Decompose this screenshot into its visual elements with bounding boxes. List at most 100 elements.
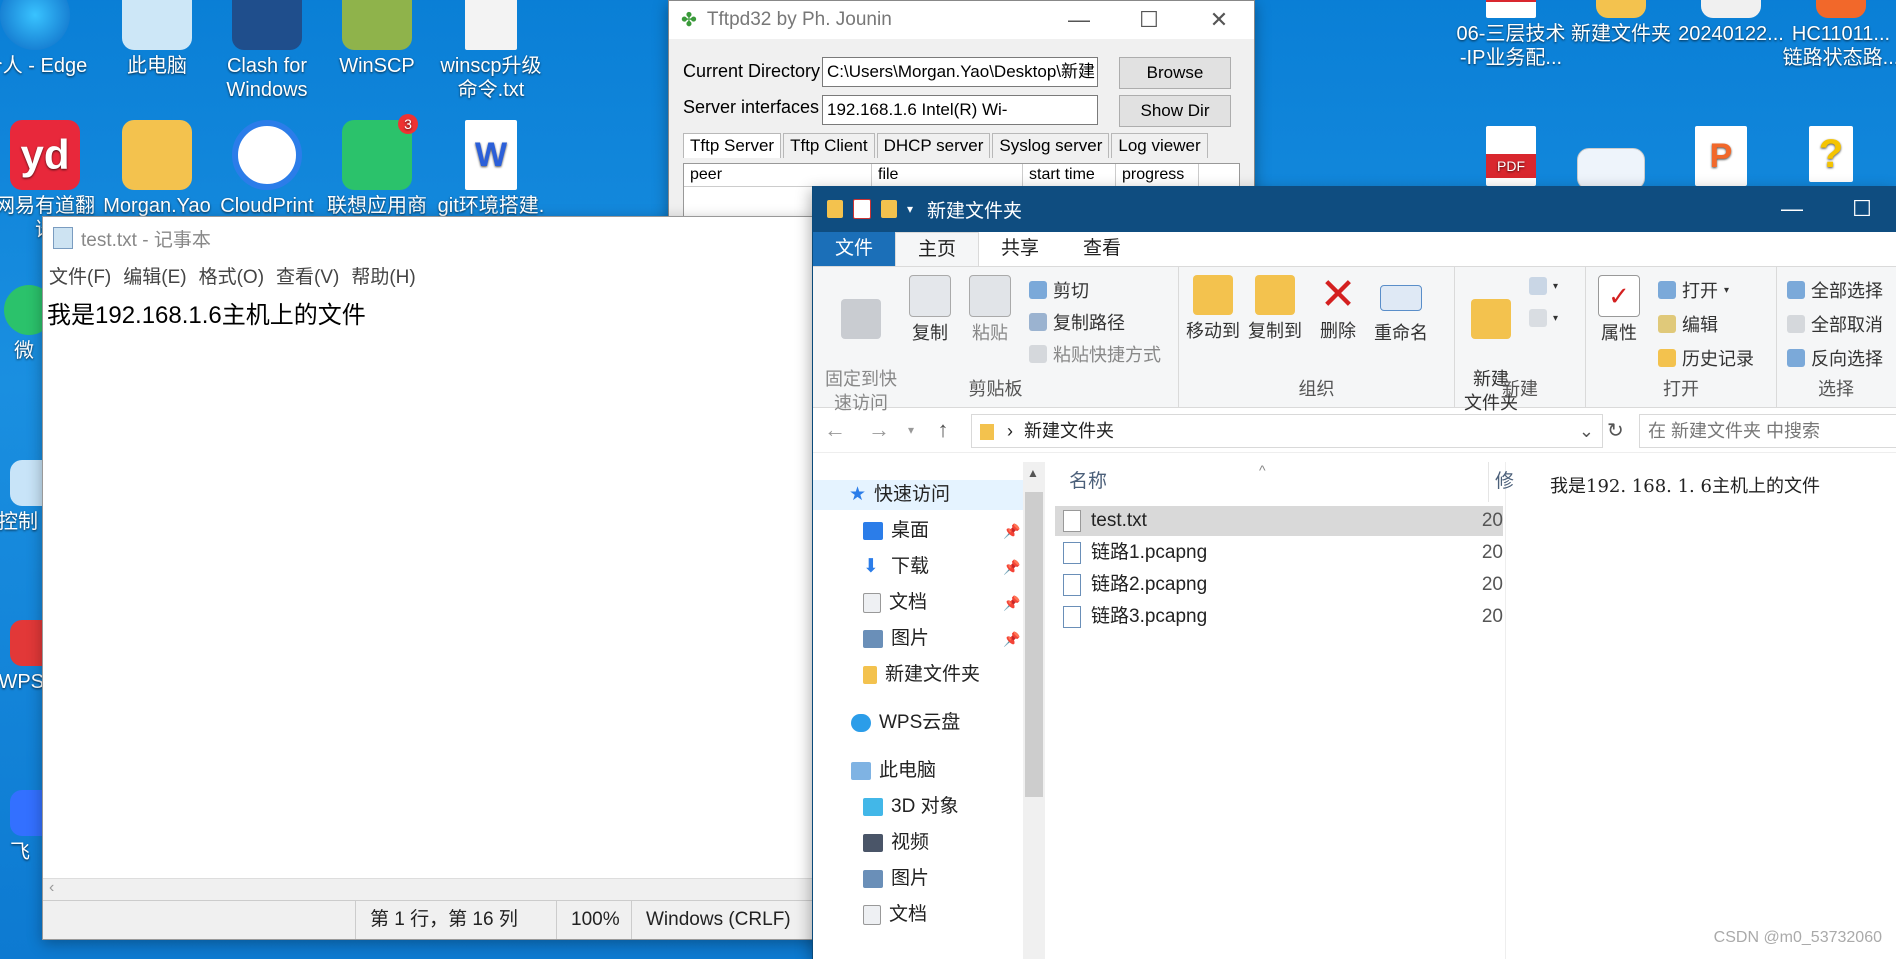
copy-path-button[interactable]: 复制路径	[1029, 309, 1125, 335]
select-none-button[interactable]: 全部取消	[1787, 311, 1883, 337]
delete-button[interactable]: ✕ 删除	[1315, 273, 1361, 343]
maximize-button[interactable]: ☐	[1114, 7, 1184, 33]
nav-quick-access[interactable]: ★ 快速访问	[813, 480, 1023, 510]
new-folder-quick-icon[interactable]	[881, 200, 897, 218]
file-row[interactable]: 链路1.pcapng 20	[1055, 538, 1503, 568]
tab-share[interactable]: 共享	[979, 232, 1061, 266]
desktop-icon-pdf-2[interactable]: PDF	[1466, 126, 1556, 190]
menu-format[interactable]: 格式(O)	[193, 262, 270, 289]
column-peer[interactable]: peer	[684, 164, 872, 186]
notepad-text-area[interactable]: 我是192.168.1.6主机上的文件	[43, 291, 823, 877]
nav-this-pc[interactable]: 此电脑	[851, 756, 936, 786]
server-interfaces-select[interactable]: 192.168.1.6 Intel(R) Wi-	[822, 95, 1098, 125]
desktop-icon-cloudprint[interactable]: CloudPrint	[212, 120, 322, 218]
nav-pc-documents[interactable]: 文档	[863, 900, 927, 930]
desktop-icon-winscp-txt[interactable]: winscp升级 命令.txt	[436, 0, 546, 102]
open-button[interactable]: 打开 ▾	[1658, 277, 1729, 303]
nav-new-folder[interactable]: 新建文件夹	[863, 660, 980, 690]
copy-button[interactable]: 复制	[905, 275, 955, 345]
menu-help[interactable]: 帮助(H)	[345, 262, 421, 289]
desktop-icon-ppt[interactable]: P	[1676, 126, 1766, 190]
desktop-icon-help[interactable]: ?	[1786, 126, 1876, 186]
desktop-icon-winscp[interactable]: WinSCP	[322, 0, 432, 78]
navigation-scrollbar[interactable]: ▲	[1023, 462, 1045, 959]
new-item-button[interactable]: ▾	[1529, 277, 1558, 295]
desktop-icon-edge[interactable]: 个人 - Edge	[0, 0, 90, 78]
address-bar[interactable]: › 新建文件夹 ⌄	[971, 414, 1603, 448]
desktop-icon-clash[interactable]: Clash for Windows	[212, 0, 322, 102]
nav-documents[interactable]: 文档 📌	[863, 588, 1020, 618]
customize-toolbar-icon[interactable]: ▾	[907, 202, 913, 216]
tab-log-viewer[interactable]: Log viewer	[1111, 133, 1208, 158]
column-start-time[interactable]: start time	[1023, 164, 1116, 186]
menu-view[interactable]: 查看(V)	[270, 262, 345, 289]
menu-file[interactable]: 文件(F)	[43, 262, 117, 289]
nav-videos[interactable]: 视频	[863, 828, 929, 858]
pin-icon[interactable]: 📌	[1003, 552, 1020, 582]
nav-3d-objects[interactable]: 3D 对象	[863, 792, 959, 822]
minimize-button[interactable]: —	[1757, 196, 1827, 222]
desktop-icon-hc11011[interactable]: HC11011... 链路状态路...	[1776, 0, 1896, 70]
pin-icon[interactable]: 📌	[1003, 588, 1020, 618]
scroll-left-icon[interactable]: ‹	[49, 879, 54, 896]
scrollbar-thumb[interactable]	[1025, 492, 1043, 797]
tftpd32-titlebar[interactable]: ✤ Tftpd32 by Ph. Jounin — ☐ ✕	[669, 1, 1254, 39]
easy-access-button[interactable]: ▾	[1529, 309, 1558, 327]
minimize-button[interactable]: —	[1044, 7, 1114, 33]
tab-home[interactable]: 主页	[895, 232, 980, 266]
browse-button[interactable]: Browse	[1119, 57, 1231, 89]
nav-downloads[interactable]: ⬇ 下载 📌	[863, 552, 1020, 582]
recent-locations-button[interactable]: ▾	[901, 423, 921, 437]
close-button[interactable]: ✕	[1184, 7, 1254, 33]
file-row[interactable]: 链路3.pcapng 20	[1055, 602, 1503, 632]
copy-to-button[interactable]: 复制到	[1247, 275, 1303, 343]
properties-button[interactable]: ✓ 属性	[1594, 275, 1644, 345]
cut-button[interactable]: 剪切	[1029, 277, 1089, 303]
tab-tftp-server[interactable]: Tftp Server	[683, 133, 782, 158]
history-button[interactable]: 历史记录	[1658, 345, 1754, 371]
current-directory-select[interactable]: C:\Users\Morgan.Yao\Desktop\新建	[822, 57, 1098, 87]
pin-icon[interactable]: 📌	[1003, 516, 1020, 546]
forward-button[interactable]: →	[857, 417, 901, 443]
column-name[interactable]: 名称	[1069, 462, 1107, 502]
pin-icon[interactable]: 📌	[1003, 624, 1020, 654]
invert-selection-button[interactable]: 反向选择	[1787, 345, 1883, 371]
search-input[interactable]: 在 新建文件夹 中搜索	[1639, 414, 1896, 448]
scroll-up-icon[interactable]: ▲	[1027, 466, 1039, 480]
desktop-icon-user-folder[interactable]: Morgan.Yao	[102, 120, 212, 218]
column-progress[interactable]: progress	[1116, 164, 1199, 186]
nav-pc-pictures[interactable]: 图片	[863, 864, 929, 894]
desktop-icon-this-pc[interactable]: 此电脑	[102, 0, 212, 78]
nav-pictures[interactable]: 图片 📌	[863, 624, 1020, 654]
tab-dhcp-server[interactable]: DHCP server	[876, 133, 991, 158]
file-row[interactable]: 链路2.pcapng 20	[1055, 570, 1503, 600]
breadcrumb-separator-icon[interactable]: ›	[1007, 421, 1013, 441]
show-dir-button[interactable]: Show Dir	[1119, 95, 1231, 127]
file-row[interactable]: test.txt 20	[1055, 506, 1503, 536]
rename-button[interactable]: 重命名	[1371, 275, 1431, 345]
column-modified[interactable]: 修	[1488, 462, 1514, 502]
tab-tftp-client[interactable]: Tftp Client	[783, 133, 875, 158]
nav-desktop[interactable]: 桌面 📌	[863, 516, 1020, 546]
explorer-titlebar[interactable]: ▾ 新建文件夹 — ☐	[813, 186, 1896, 232]
nav-wps-cloud[interactable]: WPS云盘	[851, 708, 960, 738]
refresh-button[interactable]: ↻	[1607, 418, 1624, 443]
menu-edit[interactable]: 编辑(E)	[117, 262, 192, 289]
move-to-button[interactable]: 移动到	[1185, 275, 1241, 343]
tab-file[interactable]: 文件	[813, 232, 896, 266]
properties-quick-icon[interactable]	[853, 199, 871, 219]
maximize-button[interactable]: ☐	[1827, 196, 1896, 222]
up-button[interactable]: ↑	[921, 417, 965, 443]
desktop-icon-git-doc[interactable]: W git环境搭建.	[436, 120, 546, 218]
address-dropdown-icon[interactable]: ⌄	[1579, 415, 1594, 447]
select-all-button[interactable]: 全部选择	[1787, 277, 1883, 303]
column-file[interactable]: file	[872, 164, 1023, 186]
breadcrumb-folder[interactable]: 新建文件夹	[1024, 421, 1114, 441]
back-button[interactable]: ←	[813, 417, 857, 443]
notepad-titlebar[interactable]: test.txt - 记事本	[43, 217, 823, 259]
tab-view[interactable]: 查看	[1061, 232, 1143, 266]
paste-button[interactable]: 粘贴	[965, 275, 1015, 345]
edit-button[interactable]: 编辑	[1658, 311, 1718, 337]
horizontal-scrollbar[interactable]: ‹	[43, 878, 823, 901]
tab-syslog-server[interactable]: Syslog server	[992, 133, 1110, 158]
